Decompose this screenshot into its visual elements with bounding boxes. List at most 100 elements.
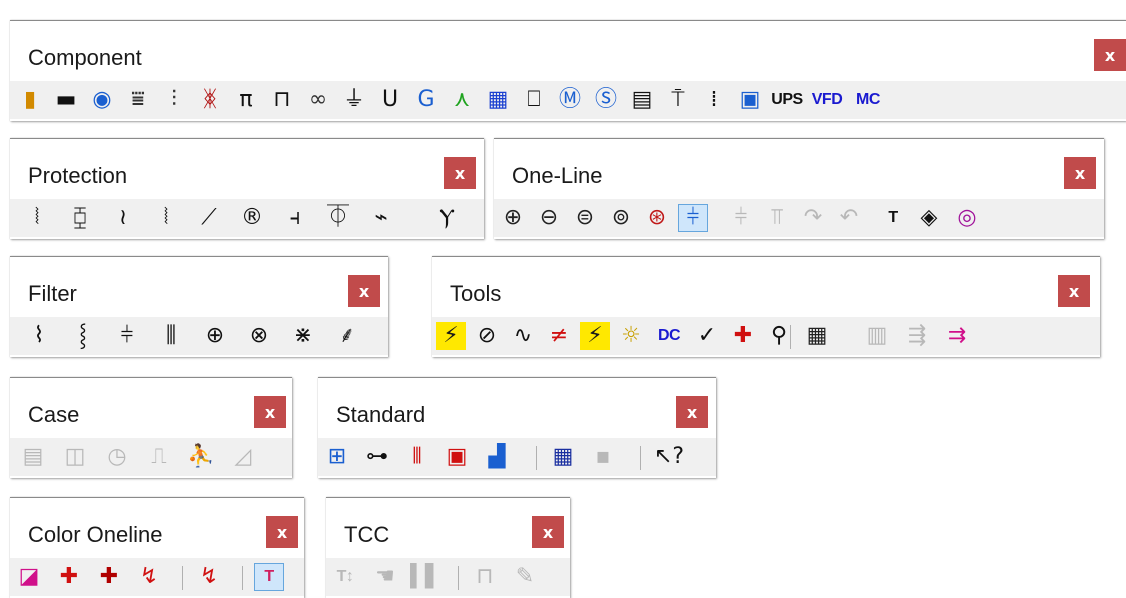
color-cross-red-icon[interactable]: ✚ — [94, 563, 124, 591]
switch-icon[interactable]: ⁞ — [699, 86, 729, 114]
save-icon[interactable]: ▪ — [588, 443, 618, 471]
filter-lc-icon[interactable]: ⫼ — [154, 322, 188, 350]
color-theme-icon[interactable]: ◪ — [14, 563, 44, 591]
filter-r-icon[interactable]: ⌇ — [22, 322, 56, 350]
color-check-icon[interactable]: ↯ — [194, 563, 224, 591]
case-chart-icon[interactable]: ◿ — [228, 443, 258, 471]
utility-icon[interactable]: U — [375, 86, 405, 114]
tools-close-button[interactable]: x — [1058, 275, 1090, 307]
zoom-fit-icon[interactable]: ⊜ — [570, 204, 600, 232]
load-icon[interactable]: ⎕ — [519, 86, 549, 114]
filter-surge-icon[interactable]: ⸙ — [330, 322, 364, 350]
tcc-text-icon[interactable]: T↕ — [330, 563, 360, 591]
filter-close-button[interactable]: x — [348, 275, 380, 307]
filter-hp-icon[interactable]: ⊗ — [242, 322, 276, 350]
box-icon[interactable]: ▣ — [735, 86, 765, 114]
transformer3w-icon[interactable]: ⫶ — [159, 86, 189, 114]
tree-icon[interactable]: ⊶ — [362, 443, 392, 471]
case-run-icon[interactable]: ⛹ — [186, 443, 216, 471]
breaker-icon[interactable]: ⦚ — [151, 204, 181, 232]
filter-c-icon[interactable]: ⫩ — [110, 322, 144, 350]
bar-icon[interactable]: ▮ — [15, 86, 45, 114]
fuse-prot-icon[interactable]: ≀ — [108, 204, 138, 232]
tools-toolbar-titlebar[interactable]: Tools x — [432, 257, 1100, 315]
ground-icon[interactable]: ⏚ — [339, 86, 369, 114]
text-icon[interactable]: T — [878, 204, 908, 232]
case-close-button[interactable]: x — [254, 396, 286, 428]
tcc-pencil-icon[interactable]: ✎ — [510, 563, 540, 591]
color-bars-icon[interactable]: ⦀ — [402, 443, 432, 471]
breaker-lv-icon[interactable]: ⦚ — [22, 204, 52, 232]
filter-toolbar-titlebar[interactable]: Filter x — [10, 257, 388, 315]
color-oneline-toolbar-titlebar[interactable]: Color Oneline x — [10, 498, 304, 556]
case-window-icon[interactable]: ◫ — [60, 443, 90, 471]
pi-line-icon[interactable]: π — [231, 86, 261, 114]
short-circuit-icon[interactable]: ⊘ — [472, 322, 502, 350]
continuity-alt-icon[interactable]: ⫪ — [762, 204, 792, 232]
case-toolbar-titlebar[interactable]: Case x — [10, 378, 292, 436]
dc-icon[interactable]: DC — [652, 322, 686, 350]
ring-icon[interactable]: ◎ — [952, 204, 982, 232]
check-icon[interactable]: ✓ — [692, 322, 722, 350]
color-checkmark-icon[interactable]: ↯ — [134, 563, 164, 591]
color-cross-icon[interactable]: ✚ — [54, 563, 84, 591]
tcc-base-icon[interactable]: ⊓ — [470, 563, 500, 591]
protection-toolbar-titlebar[interactable]: Protection x — [10, 139, 484, 197]
filter-arrester-icon[interactable]: ⋇ — [286, 322, 320, 350]
disconnect-icon[interactable]: ⌁ — [366, 204, 396, 232]
cable-icon[interactable]: ▬ — [51, 86, 81, 114]
table-report-icon[interactable]: ▦ — [802, 322, 832, 350]
tcc-bars-icon[interactable]: ▌▌ — [410, 563, 440, 591]
calendar-grid-icon[interactable]: ▦ — [548, 443, 578, 471]
undo-icon[interactable]: ↶ — [834, 204, 864, 232]
oneline-toolbar-titlebar[interactable]: One-Line x — [494, 139, 1104, 197]
pt-icon[interactable]: ⏁ — [323, 204, 353, 232]
breaker-hv-icon[interactable]: ⧮ — [65, 204, 95, 232]
phase-shifter-icon[interactable]: ᛤ — [195, 86, 225, 114]
continuity-icon[interactable]: ⫩ — [726, 204, 756, 232]
tcc-hand-icon[interactable]: ☚ — [370, 563, 400, 591]
chart-icon[interactable]: ▟ — [482, 443, 512, 471]
redo-icon[interactable]: ↷ — [798, 204, 828, 232]
component-toolbar-titlebar[interactable]: Component x — [10, 21, 1126, 79]
case-pulse-icon[interactable]: ⎍ — [144, 443, 174, 471]
mc-icon[interactable]: MC — [851, 86, 885, 114]
panel-icon[interactable]: ▤ — [627, 86, 657, 114]
ct-icon[interactable]: ⫞ — [280, 204, 310, 232]
import-icon[interactable]: ⇉ — [942, 322, 972, 350]
overload-icon[interactable]: Ⲩ — [430, 204, 464, 232]
case-calendar-icon[interactable]: ▤ — [18, 443, 48, 471]
lighting-icon[interactable]: ☼ — [616, 322, 646, 350]
ups-icon[interactable]: UPS — [771, 86, 803, 114]
solar-panel-icon[interactable]: ▦ — [483, 86, 513, 114]
motor-start-icon[interactable]: ≠ — [544, 322, 574, 350]
motor-icon[interactable]: ◉ — [87, 86, 117, 114]
export-icon[interactable]: ⇶ — [902, 322, 932, 350]
oneline-close-button[interactable]: x — [1064, 157, 1096, 189]
zoom-out-icon[interactable]: ⊖ — [534, 204, 564, 232]
protection-close-button[interactable]: x — [444, 157, 476, 189]
zoom-in-icon[interactable]: ⊕ — [498, 204, 528, 232]
standard-close-button[interactable]: x — [676, 396, 708, 428]
generator-icon[interactable]: G — [411, 86, 441, 114]
busway-icon[interactable]: ⊓ — [267, 86, 297, 114]
color-oneline-close-button[interactable]: x — [266, 516, 298, 548]
filter-bp-icon[interactable]: ⊕ — [198, 322, 232, 350]
static-load-icon[interactable]: Ⓢ — [591, 86, 621, 114]
switch-prot-icon[interactable]: ⟋ — [194, 204, 224, 232]
color-text-icon[interactable]: T — [254, 563, 284, 591]
compare-icon[interactable]: ▥ — [862, 322, 892, 350]
motor-load-icon[interactable]: Ⓜ — [555, 86, 585, 114]
filter-rl-icon[interactable]: ⸾ — [66, 322, 100, 350]
standard-toolbar-titlebar[interactable]: Standard x — [318, 378, 716, 436]
layout-icon[interactable]: ⊞ — [322, 443, 352, 471]
component-close-button[interactable]: x — [1094, 39, 1126, 71]
reactor-icon[interactable]: ∞ — [303, 86, 333, 114]
vfd-icon[interactable]: VFD — [811, 86, 843, 114]
tcc-toolbar-titlebar[interactable]: TCC x — [326, 498, 570, 556]
arc-flash-icon[interactable]: ⚡ — [580, 322, 610, 350]
wind-turbine-icon[interactable]: ⋏ — [447, 86, 477, 114]
harmonics-icon[interactable]: ∿ — [508, 322, 538, 350]
tcc-close-button[interactable]: x — [532, 516, 564, 548]
case-clock-icon[interactable]: ◷ — [102, 443, 132, 471]
